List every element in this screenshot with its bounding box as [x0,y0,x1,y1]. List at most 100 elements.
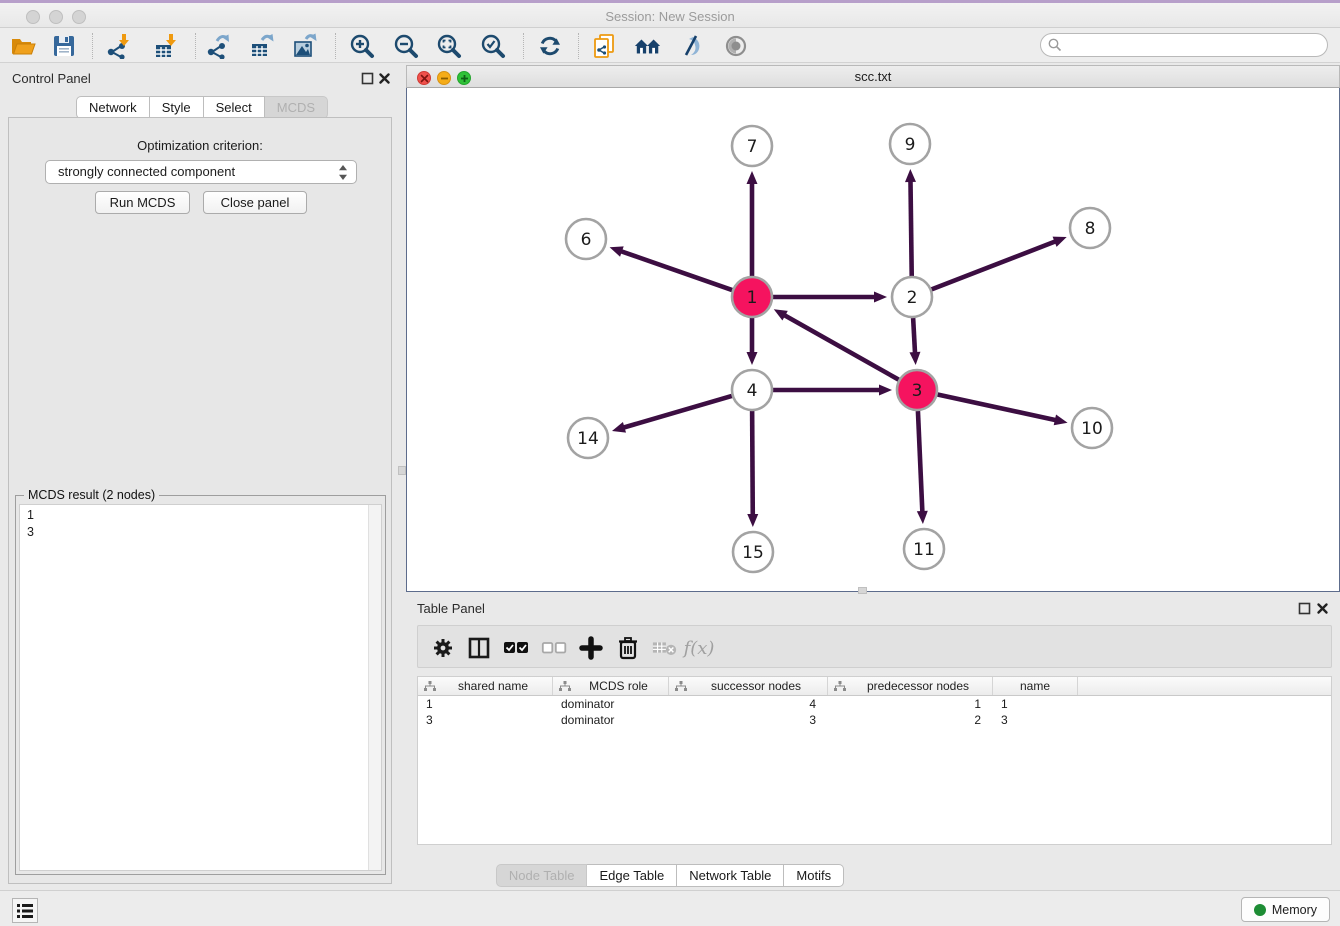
open-session-icon[interactable] [9,32,37,60]
node-table[interactable]: shared nameMCDS rolesuccessor nodesprede… [417,676,1332,845]
tab-style[interactable]: Style [150,96,204,119]
graph-edge-arrowhead [1054,415,1068,426]
graph-node-label: 2 [907,288,918,308]
tab-select[interactable]: Select [204,96,265,119]
control-panel-title: Control Panel [12,71,91,86]
graph-edge-3-1[interactable] [783,315,898,380]
table-toolbar: f(x) [417,625,1332,668]
network-view-canvas[interactable]: 7968124314101511 [406,88,1340,592]
add-column-icon[interactable] [578,635,604,661]
table-cell[interactable]: 3 [993,712,1078,728]
select-stepper-icon [338,164,348,188]
graph-edge-2-9[interactable] [910,180,911,276]
graph-edge-2-8[interactable] [932,241,1057,289]
column-header-mcds-role[interactable]: MCDS role [553,677,669,695]
graph-edge-1-6[interactable] [620,251,732,290]
zoom-in-icon[interactable] [348,32,376,60]
memory-status-icon [1254,904,1266,916]
export-image-icon[interactable] [291,32,319,60]
run-mcds-button[interactable]: Run MCDS [95,191,190,214]
table-close-panel-icon[interactable] [1316,602,1329,615]
column-header-shared-name[interactable]: shared name [418,677,553,695]
control-panel-header: Control Panel [0,65,400,93]
tab-motifs[interactable]: Motifs [784,864,844,887]
graph-edge-arrowhead [905,169,916,182]
birds-eye-view-icon[interactable] [722,32,750,60]
column-header-predecessor-nodes[interactable]: predecessor nodes [828,677,993,695]
window-title: Session: New Session [0,9,1340,24]
save-session-icon[interactable] [50,32,78,60]
graph-edge-3-10[interactable] [938,394,1057,420]
zoom-selected-icon[interactable] [479,32,507,60]
tab-node-table[interactable]: Node Table [496,864,588,887]
table-row[interactable]: 1dominator411 [418,696,1331,712]
graph-node-label: 1 [747,288,758,308]
export-network-icon[interactable] [204,32,232,60]
network-window-title: scc.txt [407,69,1339,84]
zoom-out-icon[interactable] [392,32,420,60]
node-table-body: 1dominator4113dominator323 [418,696,1331,728]
column-header-successor-nodes[interactable]: successor nodes [669,677,828,695]
table-cell[interactable]: 1 [418,696,553,712]
table-float-panel-icon[interactable] [1298,602,1311,615]
graph-node-label: 14 [577,429,599,449]
table-row[interactable]: 3dominator323 [418,712,1331,728]
criterion-value: strongly connected component [58,164,235,179]
export-table-icon[interactable] [248,32,276,60]
table-cell[interactable]: 3 [669,712,828,728]
table-cell[interactable]: 3 [418,712,553,728]
delete-table-icon[interactable] [652,635,678,661]
graph-edge-arrowhead [1053,237,1067,247]
graph-edge-4-15[interactable] [752,411,753,516]
select-all-columns-icon[interactable] [503,635,529,661]
table-cell[interactable]: 1 [828,696,993,712]
home-icon[interactable] [634,32,662,60]
control-panel-tabs: NetworkStyleSelectMCDS [76,96,328,119]
titlebar: Session: New Session [0,0,1340,28]
close-panel-icon[interactable] [378,72,391,85]
graph-node-label: 10 [1081,419,1103,439]
graphics-details-icon[interactable] [678,32,706,60]
clone-network-icon[interactable] [590,32,618,60]
search-input[interactable] [1040,33,1328,57]
close-panel-button[interactable]: Close panel [203,191,307,214]
criterion-select[interactable]: strongly connected component [45,160,357,184]
tab-network[interactable]: Network [76,96,150,119]
split-panel-icon[interactable] [466,635,492,661]
graph-node-label: 3 [912,381,923,401]
status-bar: Memory [0,890,1340,926]
graph-edge-arrowhead [612,422,626,433]
delete-column-icon[interactable] [615,635,641,661]
task-history-button[interactable] [12,898,38,923]
import-network-icon[interactable] [104,32,132,60]
graph-edge-2-3[interactable] [913,318,915,354]
import-table-icon[interactable] [151,32,179,60]
deselect-all-columns-icon[interactable] [541,635,567,661]
table-cell[interactable]: 1 [993,696,1078,712]
horizontal-splitter-handle[interactable] [858,587,867,594]
table-cell[interactable]: 4 [669,696,828,712]
table-panel-header: Table Panel [405,595,1340,621]
table-options-icon[interactable] [430,635,456,661]
mcds-result-list[interactable]: 13 [19,504,382,871]
tab-mcds[interactable]: MCDS [265,96,328,119]
result-scrollbar[interactable] [368,505,381,870]
zoom-fit-icon[interactable] [435,32,463,60]
vertical-splitter-handle[interactable] [398,466,406,475]
column-header-name[interactable]: name [993,677,1078,695]
tab-network-table[interactable]: Network Table [677,864,784,887]
graph-edge-3-11[interactable] [918,411,922,513]
function-builder-icon[interactable]: f(x) [686,635,712,661]
float-panel-icon[interactable] [361,72,374,85]
table-cell[interactable]: dominator [553,712,669,728]
table-cell[interactable]: dominator [553,696,669,712]
main-toolbar [0,28,1340,63]
table-cell[interactable]: 2 [828,712,993,728]
memory-button[interactable]: Memory [1241,897,1330,922]
tab-edge-table[interactable]: Edge Table [587,864,677,887]
apply-layout-icon[interactable] [536,32,564,60]
network-window-titlebar[interactable]: scc.txt [406,65,1340,88]
graph-edge-arrowhead [879,385,892,396]
table-panel-title: Table Panel [417,601,485,616]
graph-edge-4-14[interactable] [623,396,732,428]
